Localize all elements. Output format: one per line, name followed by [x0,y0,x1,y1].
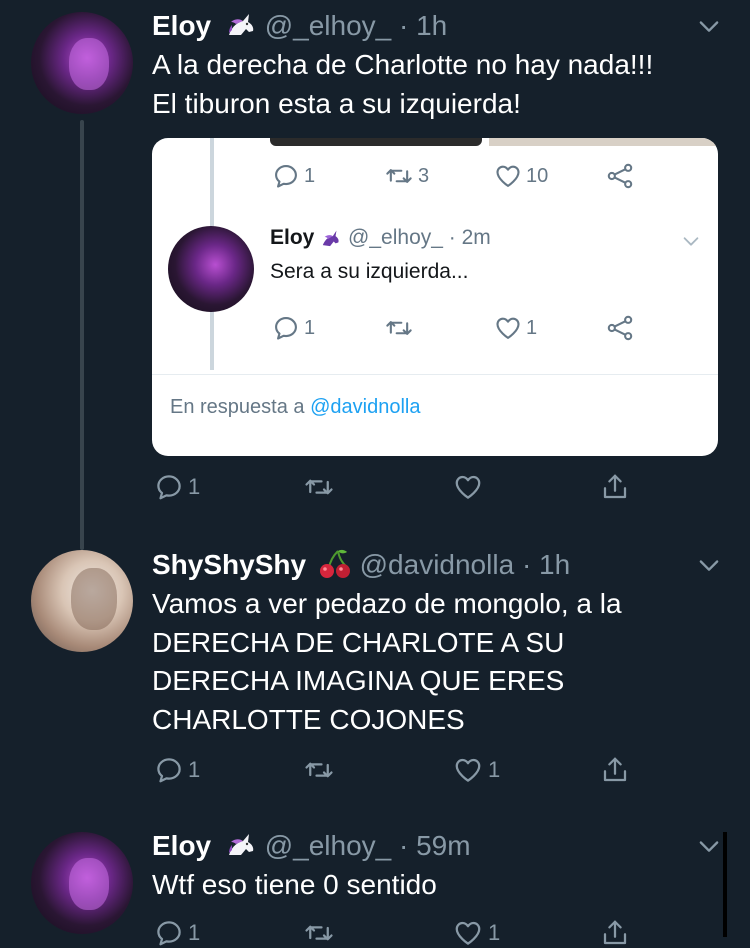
like-action[interactable]: 10 [494,162,548,190]
reply-action[interactable]: 1 [154,472,200,502]
tweet-author-handle[interactable]: @_elhoy_ [265,830,392,861]
share-icon [600,472,630,502]
tweet-author-handle[interactable]: @davidnolla [360,549,515,580]
share-action[interactable] [606,314,634,342]
reply-icon [272,162,300,190]
like-action[interactable]: 1 [452,918,500,948]
retweet-action[interactable] [302,472,336,502]
avatar[interactable] [31,550,133,652]
tweet-text: A la derecha de Charlotte no hay nada!!!… [152,49,654,119]
tweet-author-name[interactable]: Eloy [152,830,211,861]
embedded-screenshot[interactable]: 1 3 10 Eloy @_elhoy_ · 2m Sera a su izqu… [152,138,718,456]
retweet-icon [302,755,336,785]
tweet-author-name[interactable]: Eloy [270,226,314,249]
tweet-text: Vamos a ver pedazo de mongolo, a la DERE… [152,588,622,735]
retweet-icon [302,918,336,948]
chevron-down-icon[interactable] [695,551,723,579]
chevron-down-icon[interactable] [695,12,723,40]
retweet-icon [384,162,414,190]
like-count: 1 [488,920,501,945]
retweet-icon [384,314,414,342]
unicorn-icon [323,230,339,247]
reply-action[interactable]: 1 [272,162,315,190]
unicorn-icon [228,834,254,855]
reply-count: 1 [304,164,316,187]
share-action[interactable] [600,755,630,785]
retweet-action[interactable]: 3 [384,162,429,190]
like-count: 10 [526,164,549,187]
avatar[interactable] [31,12,133,114]
share-icon [606,314,634,342]
reply-action[interactable]: 1 [154,755,200,785]
tweet-timestamp[interactable]: · 1h [522,549,570,580]
reply-icon [154,918,184,948]
share-icon [600,755,630,785]
share-icon [606,162,634,190]
tweet-timestamp[interactable]: · 59m [399,830,471,861]
thread-line [80,120,84,550]
reply-count: 1 [188,474,201,499]
like-count: 1 [526,316,538,339]
avatar[interactable] [31,832,133,934]
like-action[interactable]: 1 [452,755,500,785]
avatar[interactable] [168,226,254,312]
scrollbar[interactable] [723,832,727,937]
mention-link[interactable]: @davidnolla [310,396,420,418]
like-action[interactable] [452,472,484,502]
share-icon [600,918,630,948]
divider [152,374,718,375]
tweet-author-name[interactable]: ShyShyShy [152,549,306,580]
retweet-action[interactable] [302,755,336,785]
tweet-text: Wtf eso tiene 0 sentido [152,869,437,900]
tweet-author-name[interactable]: Eloy [152,10,211,41]
reply-action[interactable]: 1 [272,314,315,342]
tweet-author-handle[interactable]: @_elhoy_ [348,226,443,249]
heart-icon [494,162,522,190]
reply-icon [272,314,300,342]
tweet-timestamp[interactable]: · 2m [449,226,491,249]
chevron-down-icon[interactable] [680,230,702,252]
reply-action[interactable]: 1 [154,918,200,948]
reply-icon [154,755,184,785]
heart-icon [452,755,484,785]
heart-icon [452,918,484,948]
cherries-icon [319,549,350,578]
tweet-author-handle[interactable]: @_elhoy_ [265,10,392,41]
unicorn-icon [228,14,254,35]
like-count: 1 [488,757,501,782]
heart-icon [452,472,484,502]
reply-icon [154,472,184,502]
like-action[interactable]: 1 [494,314,537,342]
retweet-count: 3 [418,164,430,187]
retweet-action[interactable] [302,918,336,948]
retweet-icon [302,472,336,502]
reply-count: 1 [304,316,316,339]
reply-count: 1 [188,757,201,782]
cropped-image-strip [489,138,718,146]
share-action[interactable] [606,162,634,190]
chevron-down-icon[interactable] [695,832,723,860]
retweet-action[interactable] [384,314,414,342]
tweet-text: Sera a su izquierda... [270,260,469,283]
tweet-timestamp[interactable]: · 1h [399,10,447,41]
heart-icon [494,314,522,342]
reply-context: En respuesta a @davidnolla [170,396,421,418]
share-action[interactable] [600,918,630,948]
reply-count: 1 [188,920,201,945]
share-action[interactable] [600,472,630,502]
cropped-image-strip [270,138,482,146]
